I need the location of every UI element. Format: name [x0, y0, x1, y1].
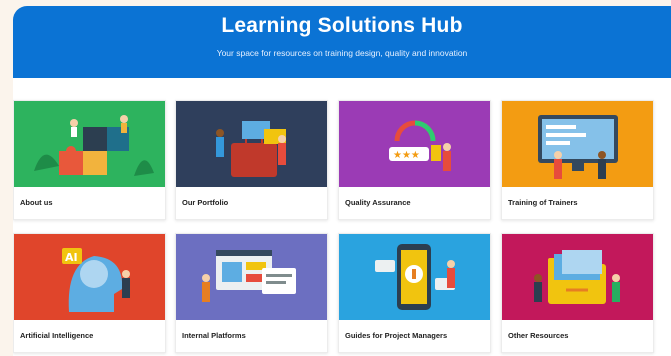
card-training-of-trainers[interactable]: Training of Trainers [501, 100, 654, 220]
card-label: Guides for Project Managers [345, 331, 448, 340]
card-artificial-intelligence[interactable]: AI Artificial Intelligence [13, 233, 166, 353]
card-about-us[interactable]: About us [13, 100, 166, 220]
card-label: Internal Platforms [182, 331, 246, 340]
card-internal-platforms[interactable]: Internal Platforms [175, 233, 328, 353]
hub-page: Learning Solutions Hub Your space for re… [13, 6, 671, 356]
page-title: Learning Solutions Hub [221, 14, 463, 37]
portfolio-briefcase-illustration [176, 101, 327, 187]
card-label: Other Resources [508, 331, 569, 340]
page-subtitle: Your space for resources on training des… [216, 48, 468, 58]
card-label: Quality Assurance [345, 198, 411, 207]
card-other-resources[interactable]: Other Resources [501, 233, 654, 353]
card-label: Artificial Intelligence [20, 331, 94, 340]
card-label: Our Portfolio [182, 198, 229, 207]
card-our-portfolio[interactable]: Our Portfolio [175, 100, 328, 220]
quality-rating-illustration: ★★★ [339, 101, 490, 187]
trainer-screen-illustration [502, 101, 653, 187]
svg-text:★★★: ★★★ [393, 150, 420, 161]
card-quality-assurance[interactable]: ★★★ Quality Assurance [338, 100, 491, 220]
platform-windows-illustration [176, 234, 327, 320]
card-guides-for-project-managers[interactable]: Guides for Project Managers [338, 233, 491, 353]
card-label: Training of Trainers [508, 198, 578, 207]
puzzle-team-illustration [14, 101, 165, 187]
ai-brain-illustration: AI [14, 234, 165, 320]
resources-folder-illustration [502, 234, 653, 320]
card-label: About us [20, 198, 53, 207]
svg-text:AI: AI [65, 251, 78, 264]
phone-guide-illustration [339, 234, 490, 320]
header-banner: Learning Solutions Hub Your space for re… [13, 6, 671, 78]
